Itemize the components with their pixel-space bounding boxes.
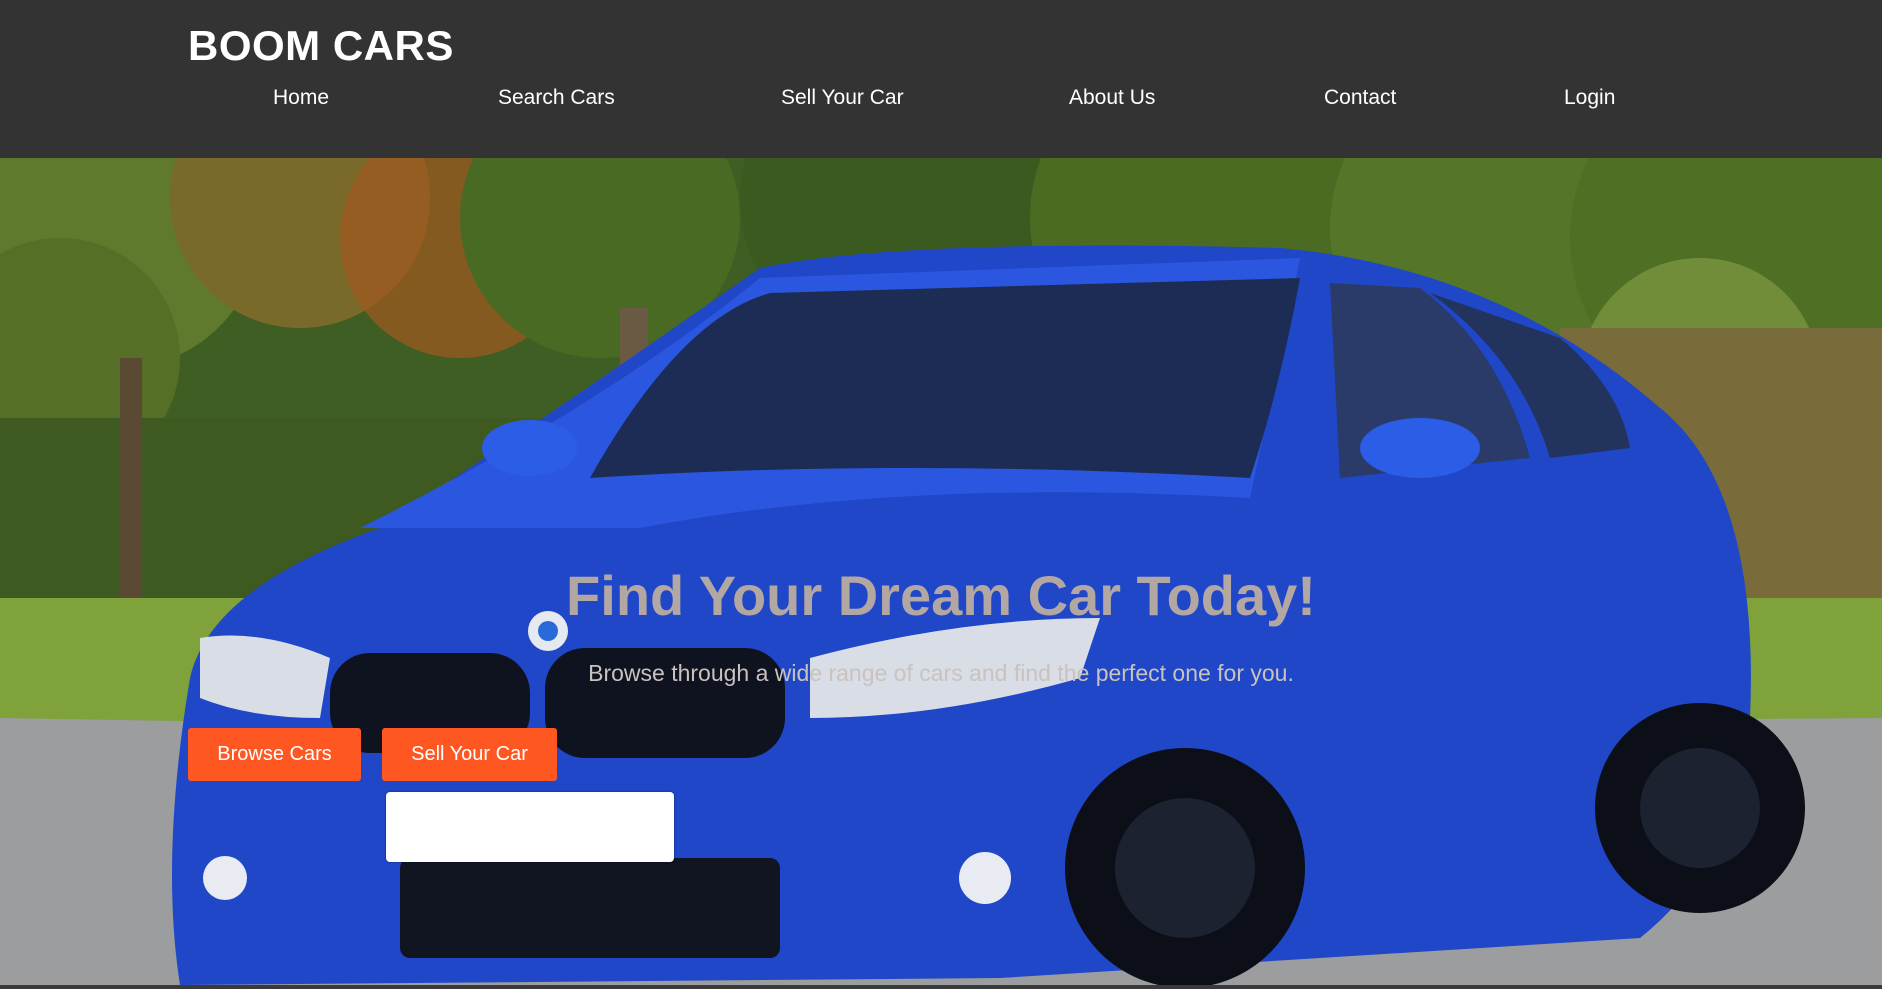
hero-title: Find Your Dream Car Today! [566,564,1316,627]
nav-login-link[interactable]: Login [1564,86,1615,110]
nav-contact-link[interactable]: Contact [1324,86,1396,110]
main-nav: Home Search Cars Sell Your Car About Us … [0,86,1882,116]
browse-cars-button[interactable]: Browse Cars [188,728,361,781]
nav-search-cars-link[interactable]: Search Cars [498,86,615,110]
hero-section: Find Your Dream Car Today! Browse throug… [0,158,1882,985]
brand-logo-text[interactable]: BOOM CARS [188,22,454,70]
license-plate [386,792,674,862]
page-bottom-edge [0,985,1882,989]
nav-home-link[interactable]: Home [273,86,329,110]
nav-about-us-link[interactable]: About Us [1069,86,1155,110]
hero-subtitle: Browse through a wide range of cars and … [588,660,1294,686]
nav-sell-your-car-link[interactable]: Sell Your Car [781,86,904,110]
sell-your-car-button[interactable]: Sell Your Car [382,728,557,781]
site-header: BOOM CARS Home Search Cars Sell Your Car… [0,0,1882,158]
